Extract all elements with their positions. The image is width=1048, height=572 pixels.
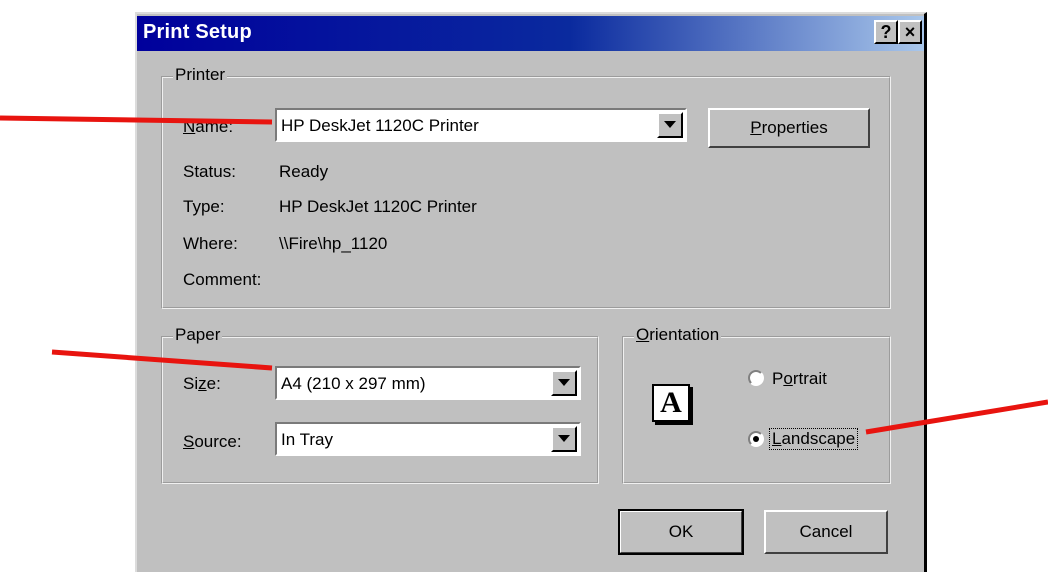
orientation-group-label: Orientation bbox=[634, 325, 722, 345]
close-button[interactable]: × bbox=[898, 20, 922, 44]
close-icon: × bbox=[904, 22, 916, 42]
radio-selected-dot bbox=[753, 436, 759, 442]
properties-button[interactable]: Properties bbox=[708, 108, 870, 148]
cancel-button[interactable]: Cancel bbox=[764, 510, 888, 554]
chevron-down-icon bbox=[558, 435, 570, 442]
status-value: Ready bbox=[279, 162, 329, 181]
cancel-button-label: Cancel bbox=[799, 522, 853, 541]
type-value: HP DeskJet 1120C Printer bbox=[279, 197, 477, 216]
paper-size-select[interactable]: A4 (210 x 297 mm) bbox=[275, 366, 581, 400]
landscape-label[interactable]: Landscape bbox=[769, 428, 859, 450]
paper-source-value: In Tray bbox=[281, 430, 333, 449]
landscape-radio[interactable] bbox=[748, 431, 764, 447]
paper-group-label: Paper bbox=[173, 325, 223, 345]
paper-source-label: Source: bbox=[183, 432, 242, 451]
title-bar[interactable]: Print Setup ? × bbox=[137, 16, 924, 51]
paper-source-dropdown-button[interactable] bbox=[551, 426, 577, 452]
paper-size-label: Size: bbox=[183, 374, 221, 393]
portrait-label[interactable]: Portrait bbox=[772, 369, 827, 389]
orientation-preview-letter: A bbox=[660, 386, 682, 419]
help-icon: ? bbox=[880, 22, 892, 42]
status-label: Status: bbox=[183, 162, 236, 181]
paper-source-select[interactable]: In Tray bbox=[275, 422, 581, 456]
ok-button[interactable]: OK bbox=[618, 509, 744, 555]
chevron-down-icon bbox=[664, 121, 676, 128]
ok-button-label: OK bbox=[668, 522, 694, 541]
printer-name-dropdown-button[interactable] bbox=[657, 112, 683, 138]
paper-size-value: A4 (210 x 297 mm) bbox=[281, 374, 426, 393]
paper-size-dropdown-button[interactable] bbox=[551, 370, 577, 396]
portrait-radio[interactable] bbox=[748, 370, 764, 386]
where-value: \\Fire\hp_1120 bbox=[279, 234, 388, 253]
paper-group: Paper bbox=[161, 325, 599, 484]
properties-button-label: Properties bbox=[750, 118, 828, 137]
printer-name-label: Name: bbox=[183, 117, 234, 136]
printer-group-label: Printer bbox=[173, 65, 228, 85]
printer-name-value: HP DeskJet 1120C Printer bbox=[281, 116, 479, 135]
comment-label: Comment: bbox=[183, 270, 262, 289]
help-button[interactable]: ? bbox=[874, 20, 898, 44]
where-label: Where: bbox=[183, 234, 238, 253]
printer-name-select[interactable]: HP DeskJet 1120C Printer bbox=[275, 108, 687, 142]
print-setup-dialog: Print Setup ? × Printer Name: HP DeskJet… bbox=[135, 12, 927, 572]
orientation-preview-icon: A bbox=[652, 384, 690, 422]
type-label: Type: bbox=[183, 197, 225, 216]
dialog-title: Print Setup bbox=[143, 21, 252, 43]
chevron-down-icon bbox=[558, 379, 570, 386]
